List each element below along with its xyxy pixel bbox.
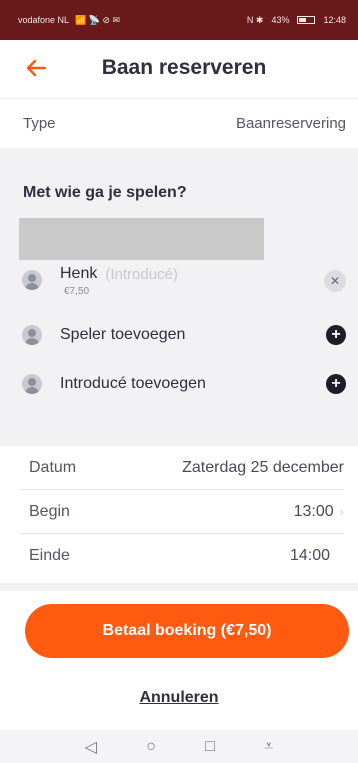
- begin-label: Begin: [29, 503, 70, 520]
- date-row[interactable]: Datum Zaterdag 25 december: [0, 446, 358, 490]
- battery-icon: [297, 16, 316, 24]
- plus-icon: +: [331, 375, 341, 392]
- cancel-link[interactable]: Annuleren: [0, 689, 358, 707]
- player-guest-tag: (Introducé): [105, 265, 178, 283]
- close-icon: ✕: [329, 274, 341, 288]
- add-guest-row[interactable]: Introducé toevoegen +: [22, 366, 352, 402]
- type-label: Type: [23, 115, 56, 132]
- begin-value: 13:00: [293, 503, 334, 520]
- add-guest-button[interactable]: +: [326, 374, 346, 394]
- add-guest-label: Introducé toevoegen: [60, 375, 206, 392]
- redacted-area: [19, 218, 264, 260]
- android-nav-bar: ◁ ○ □ ⩡: [0, 730, 358, 763]
- end-label: Einde: [29, 547, 70, 564]
- end-value: 14:00: [289, 547, 330, 564]
- date-value: Zaterdag 25 december: [182, 459, 344, 476]
- plus-icon: +: [331, 326, 341, 343]
- carrier-label: vodafone NL: [18, 15, 70, 25]
- player-name: Henk: [60, 265, 98, 282]
- page-title: Baan reserveren: [101, 56, 267, 79]
- avatar-icon: [22, 325, 42, 345]
- chevron-right-icon: ›: [339, 504, 344, 519]
- section-divider: [0, 148, 358, 170]
- player-row: Henk (Introducé) €7,50 ✕: [22, 262, 352, 298]
- end-row: Einde 14:00: [0, 534, 358, 578]
- nav-notifications-icon[interactable]: ⩡: [264, 738, 273, 756]
- date-label: Datum: [29, 459, 77, 476]
- pay-booking-button[interactable]: Betaal boeking (€7,50): [25, 604, 349, 658]
- app-header: Baan reserveren: [0, 40, 358, 98]
- status-icons-right: N ✱: [246, 14, 264, 25]
- nav-home-icon[interactable]: ○: [146, 738, 156, 756]
- type-row: Type Baanreservering: [0, 98, 358, 148]
- remove-player-button[interactable]: ✕: [324, 270, 346, 292]
- players-title: Met wie ga je spelen?: [23, 184, 187, 201]
- player-price: €7,50: [64, 286, 90, 297]
- add-player-label: Speler toevoegen: [60, 326, 186, 343]
- type-value: Baanreservering: [235, 115, 346, 132]
- section-divider: [0, 583, 358, 591]
- add-player-row[interactable]: Speler toevoegen +: [22, 317, 352, 353]
- nav-back-icon[interactable]: ◁: [85, 737, 97, 757]
- avatar-icon: [22, 270, 42, 290]
- section-divider: [0, 410, 358, 446]
- begin-row[interactable]: Begin 13:00 ›: [0, 490, 358, 534]
- nav-recents-icon[interactable]: □: [205, 738, 215, 756]
- add-player-button[interactable]: +: [326, 325, 346, 345]
- signal-icons: 📶 📡 ⊘ ✉: [75, 14, 121, 25]
- players-section: Met wie ga je spelen? Henk (Introducé) €…: [0, 170, 358, 410]
- battery-percent: 43%: [271, 15, 290, 25]
- avatar-icon: [22, 374, 42, 394]
- clock: 12:48: [323, 15, 346, 25]
- status-bar: vodafone NL 📶 📡 ⊘ ✉ N ✱ 43% 12:48: [0, 0, 358, 40]
